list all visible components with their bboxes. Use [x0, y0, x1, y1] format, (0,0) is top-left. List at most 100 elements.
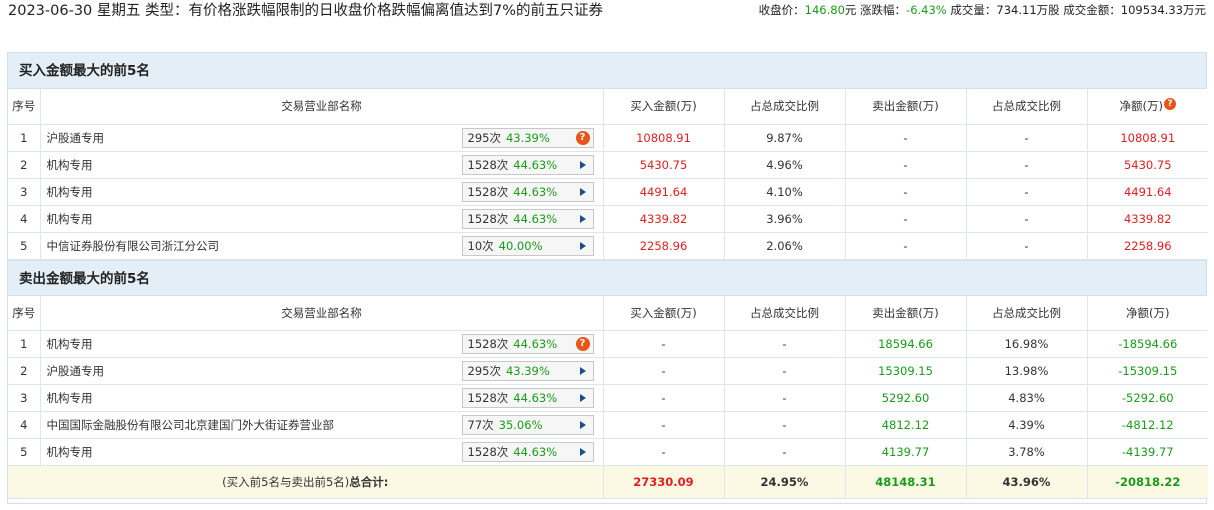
- row-buy-ratio: -: [724, 357, 846, 385]
- row-sell-ratio: -: [966, 151, 1088, 179]
- question-icon[interactable]: ?: [1163, 98, 1176, 111]
- col-sell-amount: 卖出金额(万): [845, 295, 967, 331]
- row-broker: 沪股通专用 295次 43.39%?: [40, 124, 604, 152]
- play-arrow-icon[interactable]: [579, 367, 586, 375]
- table-row: 3 机构专用 1528次 44.63% - -5292.60 4.83% -5292.60: [8, 384, 1208, 412]
- row-net: 10808.91: [1087, 124, 1208, 152]
- total-buy-ratio: 24.95%: [724, 465, 846, 499]
- dragon-tiger-board: 买入金额最大的前5名 序号 交易营业部名称 买入金额(万) 占总成交比例 卖出金…: [7, 52, 1208, 504]
- quote-summary: 收盘价：146.80元 涨跌幅：-6.43% 成交量：734.11万股 成交金额…: [759, 2, 1206, 18]
- row-buy-ratio: 4.96%: [724, 151, 846, 179]
- col-sell-amount: 卖出金额(万): [845, 89, 967, 125]
- col-sell-ratio: 占总成交比例: [966, 89, 1088, 125]
- row-net: -4139.77: [1087, 438, 1208, 466]
- change-label: 涨跌幅：: [860, 3, 907, 17]
- broker-rise-rate: 44.63%: [513, 337, 558, 351]
- play-arrow-icon[interactable]: [579, 421, 586, 429]
- broker-times: 295次: [467, 364, 501, 378]
- table-row: 5 机构专用 1528次 44.63% - -4139.77 3.78% -4139.77: [8, 438, 1208, 466]
- row-seq: 2: [8, 151, 41, 179]
- buy-table-header: 序号 交易营业部名称 买入金额(万) 占总成交比例 卖出金额(万) 占总成交比例…: [8, 89, 1208, 125]
- broker-rise-rate: 35.06%: [498, 418, 543, 432]
- broker-name[interactable]: 机构专用: [47, 157, 93, 173]
- row-broker: 中信证券股份有限公司浙江分公司 10次 40.00%: [40, 232, 604, 260]
- row-broker: 机构专用 1528次 44.63%: [40, 438, 604, 466]
- broker-times: 1528次: [467, 211, 509, 226]
- row-net: -18594.66: [1087, 330, 1208, 358]
- row-broker: 机构专用 1528次 44.63%: [40, 178, 604, 206]
- broker-stats-button[interactable]: 1528次 44.63%: [461, 181, 594, 202]
- col-broker: 交易营业部名称: [40, 295, 604, 331]
- col-seq: 序号: [8, 295, 41, 331]
- total-sell: 48148.31: [845, 465, 967, 499]
- row-sell-amount: -: [845, 232, 967, 260]
- broker-name[interactable]: 中信证券股份有限公司浙江分公司: [47, 238, 220, 254]
- row-buy-ratio: 2.06%: [724, 232, 846, 260]
- broker-name[interactable]: 机构专用: [47, 444, 93, 460]
- play-arrow-icon[interactable]: [579, 214, 586, 223]
- play-arrow-icon[interactable]: [579, 448, 586, 456]
- broker-stats-button[interactable]: 1528次 44.63%: [461, 442, 594, 462]
- row-sell-ratio: -: [966, 124, 1088, 152]
- row-seq: 5: [8, 232, 41, 260]
- broker-stats-button[interactable]: 295次 43.39%?: [461, 127, 594, 148]
- question-icon[interactable]: ?: [575, 337, 590, 351]
- table-row: 2 沪股通专用 295次 43.39% - -15309.15 13.98% -15309.1…: [8, 357, 1208, 385]
- table-row: 1 机构专用 1528次 44.63%? - -18594.66 16.98% -18594.…: [8, 330, 1208, 358]
- buy-table: 序号 交易营业部名称 买入金额(万) 占总成交比例 卖出金额(万) 占总成交比例…: [8, 89, 1208, 260]
- close-label: 收盘价：: [758, 3, 805, 17]
- row-sell-ratio: 3.78%: [966, 438, 1088, 466]
- total-sell-ratio: 43.96%: [966, 465, 1088, 499]
- broker-name[interactable]: 机构专用: [47, 184, 93, 200]
- broker-name[interactable]: 沪股通专用: [47, 363, 105, 379]
- broker-stats-button[interactable]: 295次 43.39%: [461, 361, 594, 381]
- buy-table-body: 1 沪股通专用 295次 43.39%? 10808.91 9.87% - -10808.91…: [8, 124, 1208, 260]
- row-broker: 机构专用 1528次 44.63%: [40, 384, 604, 412]
- play-arrow-icon[interactable]: [579, 187, 586, 196]
- col-broker: 交易营业部名称: [40, 89, 604, 125]
- table-row: 4 中国国际金融股份有限公司北京建国门外大街证券营业部 77次 35.06% - -481…: [8, 411, 1208, 439]
- row-sell-amount: 15309.15: [845, 357, 967, 385]
- broker-name[interactable]: 中国国际金融股份有限公司北京建国门外大街证券营业部: [47, 417, 335, 433]
- col-seq: 序号: [8, 89, 41, 125]
- row-buy-ratio: -: [724, 411, 846, 439]
- broker-stats-button[interactable]: 1528次 44.63%?: [461, 334, 594, 354]
- col-buy-amount: 买入金额(万): [603, 295, 725, 331]
- broker-stats-button[interactable]: 77次 35.06%: [461, 415, 594, 435]
- row-broker: 中国国际金融股份有限公司北京建国门外大街证券营业部 77次 35.06%: [40, 411, 604, 439]
- broker-stats-button[interactable]: 1528次 44.63%: [461, 388, 594, 408]
- close-value: 146.80: [804, 3, 845, 17]
- row-sell-ratio: 4.39%: [966, 411, 1088, 439]
- play-arrow-icon[interactable]: [579, 394, 586, 402]
- total-row: (买入前5名与卖出前5名)总合计: 27330.09 24.95% 48148.…: [8, 465, 1208, 499]
- play-arrow-icon[interactable]: [579, 160, 586, 169]
- table-row: 1 沪股通专用 295次 43.39%? 10808.91 9.87% - -10808.91: [8, 124, 1208, 152]
- row-sell-ratio: 4.83%: [966, 384, 1088, 412]
- broker-rise-rate: 43.39%: [505, 130, 550, 145]
- row-sell-amount: 5292.60: [845, 384, 967, 412]
- row-buy-ratio: 9.87%: [724, 124, 846, 152]
- broker-times: 1528次: [467, 445, 509, 459]
- broker-stats-button[interactable]: 1528次 44.63%: [461, 208, 594, 229]
- question-icon[interactable]: ?: [575, 130, 590, 145]
- row-net: 4339.82: [1087, 205, 1208, 233]
- row-buy-ratio: -: [724, 384, 846, 412]
- play-arrow-icon[interactable]: [579, 241, 586, 250]
- broker-rise-rate: 40.00%: [498, 238, 543, 253]
- broker-rise-rate: 44.63%: [513, 157, 558, 172]
- broker-times: 295次: [467, 130, 501, 145]
- row-buy-amount: -: [603, 330, 725, 358]
- broker-name[interactable]: 机构专用: [47, 211, 93, 227]
- broker-name[interactable]: 沪股通专用: [47, 130, 105, 146]
- broker-stats-button[interactable]: 10次 40.00%: [461, 235, 594, 256]
- col-net: 净额(万): [1087, 295, 1208, 331]
- broker-name[interactable]: 机构专用: [47, 390, 93, 406]
- row-buy-amount: 2258.96: [603, 232, 725, 260]
- broker-name[interactable]: 机构专用: [47, 336, 93, 352]
- row-broker: 机构专用 1528次 44.63%?: [40, 330, 604, 358]
- table-row: 5 中信证券股份有限公司浙江分公司 10次 40.00% 2258.96 2.06% - -2…: [8, 232, 1208, 260]
- row-sell-ratio: -: [966, 205, 1088, 233]
- table-row: 3 机构专用 1528次 44.63% 4491.64 4.10% - -4491.64: [8, 178, 1208, 206]
- row-sell-ratio: -: [966, 232, 1088, 260]
- broker-stats-button[interactable]: 1528次 44.63%: [461, 154, 594, 175]
